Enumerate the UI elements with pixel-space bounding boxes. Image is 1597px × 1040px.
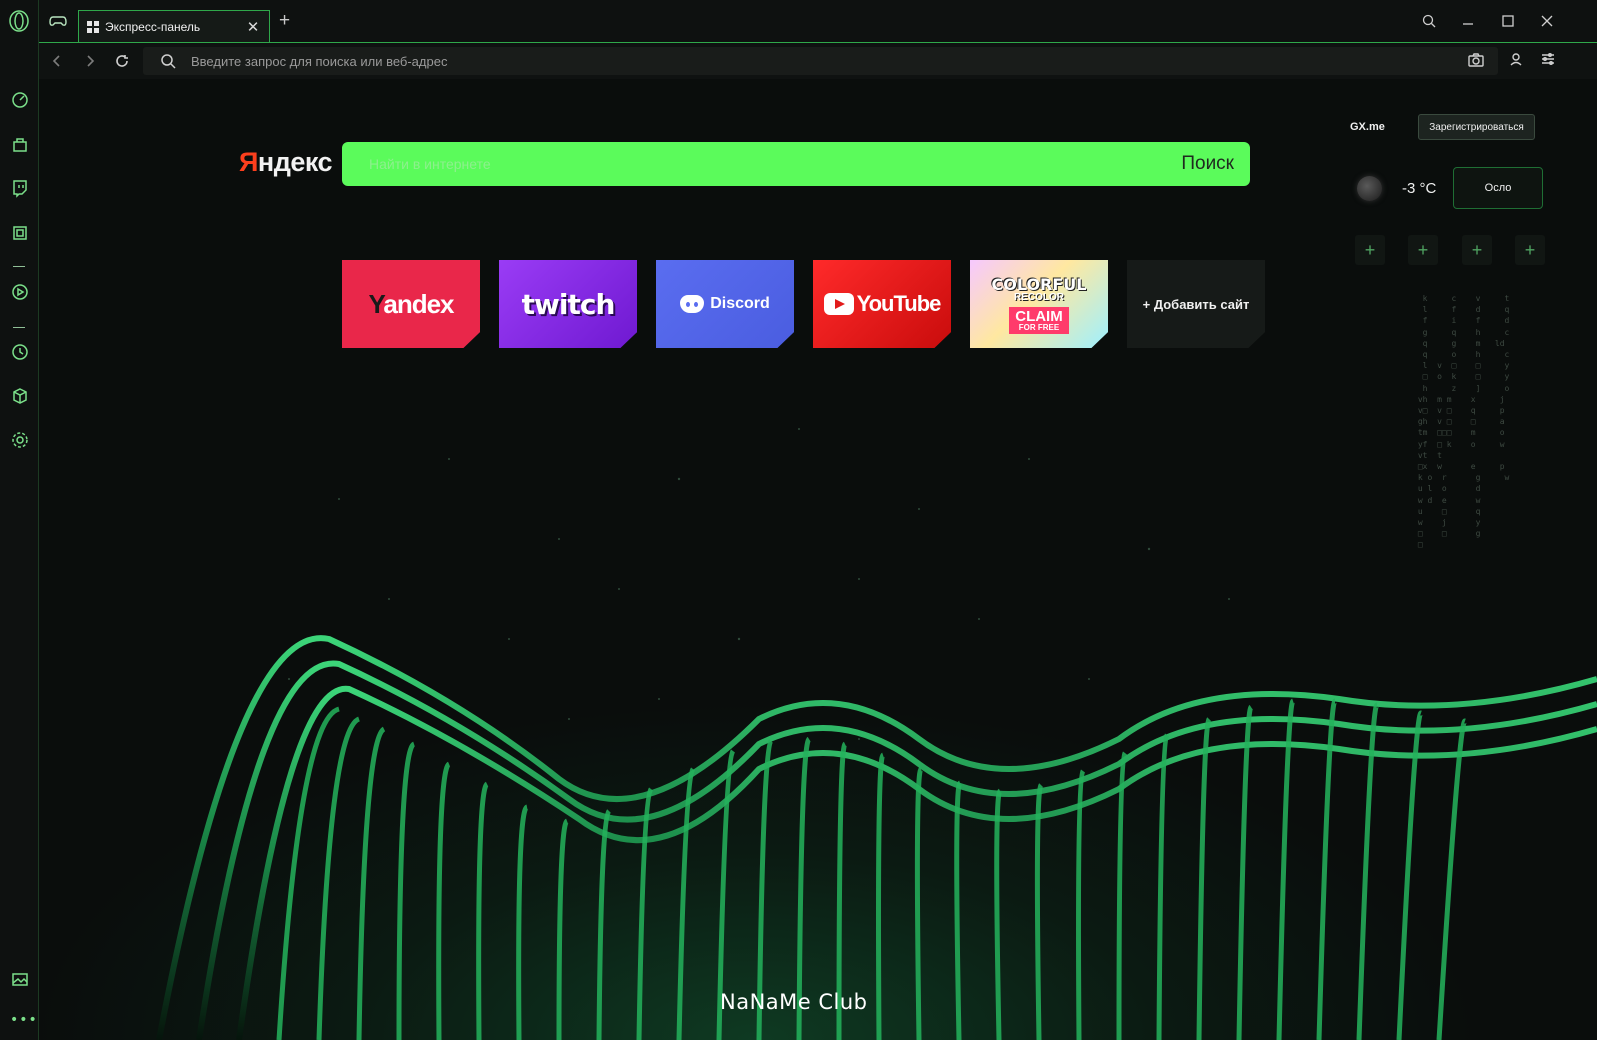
tile-label: COLORFUL RECOLOR CLAIM FOR FREE [991,274,1087,334]
wallpaper-icon[interactable] [6,965,33,992]
speed-dial-page: Яндекс Поиск Yandex twitch Discord YouTu… [39,79,1597,1040]
sidebar-separator [13,266,25,267]
close-tab-icon[interactable]: ✕ [243,17,263,37]
add-widget-button[interactable]: + [1515,235,1545,265]
speed-dial-tile-yandex[interactable]: Yandex [342,260,480,348]
more-icon[interactable]: ••• [10,1012,38,1028]
browser-window: ••• Экспресс-панель ✕ + Введите запрос д… [0,0,1597,1040]
settings-icon[interactable] [6,426,33,453]
register-button[interactable]: Зарегистрироваться [1418,114,1535,140]
easy-setup-icon[interactable] [1541,52,1559,70]
yandex-logo[interactable]: Яндекс [239,147,333,178]
gamepad-icon[interactable] [49,14,67,28]
history-icon[interactable] [6,338,33,365]
reload-icon[interactable] [112,51,132,71]
speed-dial-tile-colorful-recolor[interactable]: COLORFUL RECOLOR CLAIM FOR FREE [970,260,1108,348]
speed-dial-icon[interactable] [6,86,33,113]
add-widget-button[interactable]: + [1462,235,1492,265]
add-widget-button[interactable]: + [1408,235,1438,265]
add-widget-button[interactable]: + [1355,235,1385,265]
discord-logo-icon [680,295,705,313]
youtube-play-icon [823,293,854,315]
shopping-icon[interactable] [6,130,33,157]
tile-label: Yandex [368,288,454,319]
weather-city-button[interactable]: Осло [1453,167,1543,209]
maximize-icon[interactable] [1498,12,1518,30]
add-site-tile[interactable]: + Добавить сайт [1127,260,1265,348]
search-button[interactable]: Поиск [1181,153,1234,175]
tasks-icon[interactable] [6,219,33,246]
tile-label: Discord [680,295,770,313]
new-tab-button[interactable]: + [279,11,295,30]
sidebar: ••• [0,0,39,1040]
green-wave-graphic [156,635,1597,1040]
back-icon[interactable] [47,51,67,71]
yandex-search-box: Поиск [342,142,1250,186]
matrix-rain-decoration: k c v t l f d q f i f d g q h c q g m ld… [1417,294,1510,550]
speed-dial-tile-discord[interactable]: Discord [656,260,794,348]
add-site-label: + Добавить сайт [1142,296,1250,312]
weather-temperature: -3 °C [1402,180,1437,197]
yandex-search-input[interactable] [369,156,1182,172]
grid-icon [87,20,99,33]
twitch-icon[interactable] [6,174,33,201]
tab-title: Экспресс-панель [105,19,201,34]
address-toolbar [39,42,1597,79]
tab-strip: Экспресс-панель ✕ + [39,0,1597,42]
player-icon[interactable] [6,278,33,305]
opera-gx-logo-icon[interactable] [7,9,31,33]
gx-logo-wrap [0,0,39,42]
extensions-icon[interactable] [6,382,33,409]
footer-brand-logo: NaNaMe Club [720,990,868,1014]
tab-speed-dial[interactable]: Экспресс-панель ✕ [78,10,270,42]
tile-label: twitch [521,287,616,321]
tile-label: YouTube [823,291,941,317]
search-icon [160,53,176,69]
snapshot-icon[interactable] [1468,52,1486,70]
profile-icon[interactable] [1509,52,1527,70]
claim-badge: CLAIM FOR FREE [1009,306,1069,334]
minimize-icon[interactable] [1458,12,1478,30]
close-window-icon[interactable] [1537,12,1557,30]
sidebar-separator [13,327,25,328]
forward-icon[interactable] [80,51,100,71]
weather-cloud-icon [1357,176,1382,201]
gx-me-label: GX.me [1350,121,1385,133]
address-input[interactable] [191,53,1468,69]
address-bar[interactable] [143,47,1498,75]
speed-dial-tile-youtube[interactable]: YouTube [813,260,951,348]
search-tabs-icon[interactable] [1419,12,1439,30]
speed-dial-tile-twitch[interactable]: twitch [499,260,637,348]
